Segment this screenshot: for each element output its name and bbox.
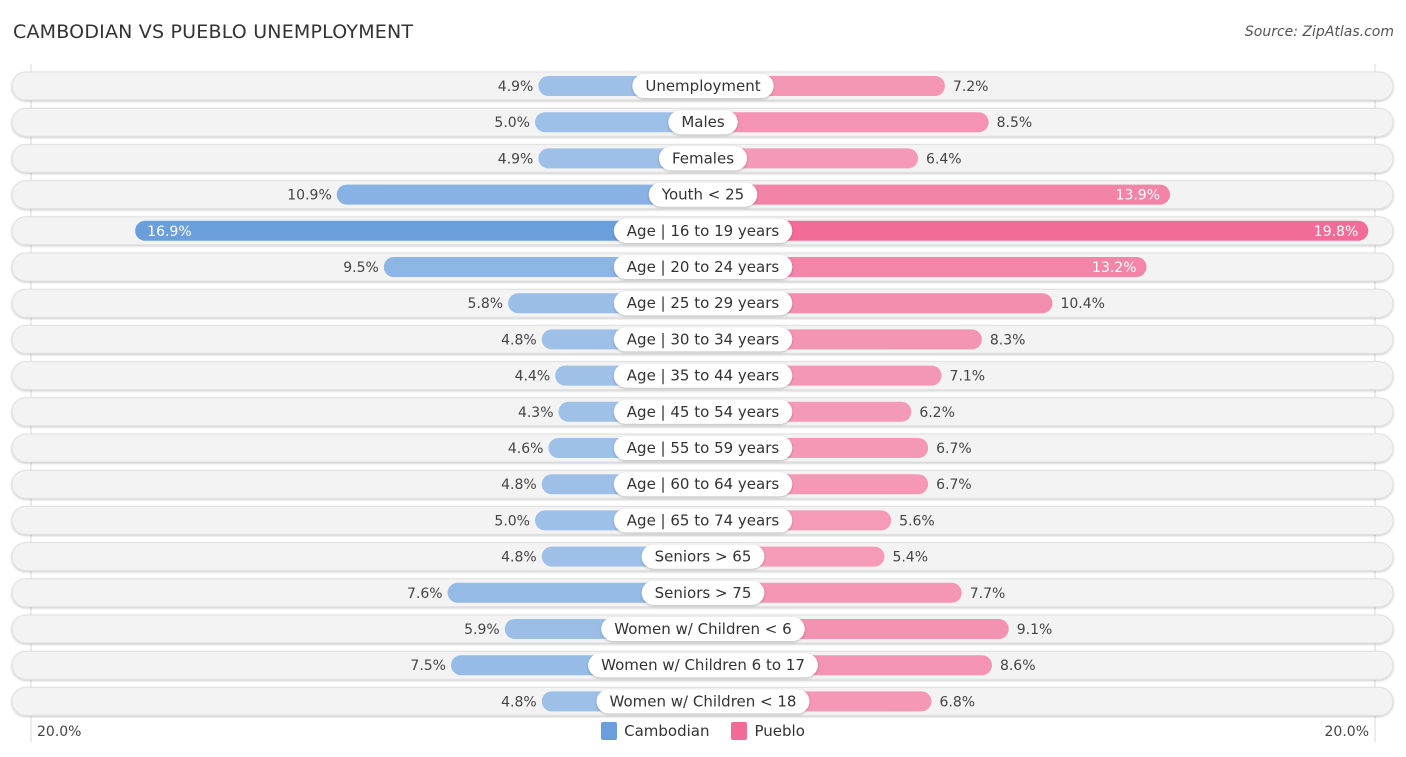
value-label-pueblo: 8.6% xyxy=(1000,658,1036,674)
value-label-pueblo: 8.3% xyxy=(990,332,1026,348)
chart-row: Males 5.0% 8.5% xyxy=(11,107,1394,137)
legend-label-cambodian: Cambodian xyxy=(624,722,710,740)
value-label-pueblo: 5.6% xyxy=(899,513,935,529)
value-label-pueblo: 6.4% xyxy=(926,151,962,167)
category-label: Age | 45 to 54 years xyxy=(627,403,780,421)
category-label: Unemployment xyxy=(645,77,760,95)
chart-row: Youth < 25 10.9% 13.9% xyxy=(11,180,1394,210)
chart-row: Age | 25 to 29 years 5.8% 10.4% xyxy=(11,288,1394,318)
category-label: Males xyxy=(681,113,725,131)
bar-pueblo[interactable] xyxy=(703,220,1369,241)
value-label-cambodian: 7.6% xyxy=(407,586,443,602)
value-label-cambodian: 5.8% xyxy=(468,296,504,312)
category-label: Seniors > 75 xyxy=(655,584,752,602)
chart-row: Women w/ Children < 18 4.8% 6.8% xyxy=(11,686,1394,716)
legend-label-pueblo: Pueblo xyxy=(754,722,805,740)
value-label-pueblo: 6.2% xyxy=(919,405,955,421)
chart-row: Age | 30 to 34 years 4.8% 8.3% xyxy=(11,324,1394,354)
value-label-cambodian: 4.8% xyxy=(501,694,537,710)
rows-layer: Unemployment 4.9% 7.2% Males 5.0% 8.5% Females… xyxy=(11,71,1394,716)
value-label-cambodian: 10.9% xyxy=(287,188,331,204)
legend: Cambodian Pueblo xyxy=(0,722,1406,740)
value-label-pueblo: 8.5% xyxy=(997,115,1033,131)
value-label-cambodian: 4.6% xyxy=(508,441,544,457)
value-label-pueblo: 10.4% xyxy=(1060,296,1104,312)
category-label: Age | 16 to 19 years xyxy=(627,222,780,240)
value-label-cambodian: 4.8% xyxy=(501,550,537,566)
chart-row: Age | 60 to 64 years 4.8% 6.7% xyxy=(11,469,1394,499)
value-label-pueblo: 19.8% xyxy=(1314,224,1358,240)
chart-row: Seniors > 75 7.6% 7.7% xyxy=(11,578,1394,608)
category-label: Age | 55 to 59 years xyxy=(627,439,780,457)
value-label-pueblo: 6.7% xyxy=(936,441,972,457)
category-label: Age | 60 to 64 years xyxy=(627,475,780,493)
value-label-pueblo: 13.2% xyxy=(1092,260,1136,276)
value-label-pueblo: 7.2% xyxy=(953,79,989,95)
chart-row: Women w/ Children 6 to 17 7.5% 8.6% xyxy=(11,650,1394,680)
bar-cambodian[interactable] xyxy=(336,184,703,205)
value-label-cambodian: 5.9% xyxy=(464,622,500,638)
legend-swatch-pueblo xyxy=(731,722,748,740)
chart-row: Age | 20 to 24 years 9.5% 13.2% xyxy=(11,252,1394,282)
category-label: Seniors > 65 xyxy=(655,548,752,566)
category-label: Age | 20 to 24 years xyxy=(627,258,780,276)
value-label-pueblo: 13.9% xyxy=(1116,188,1160,204)
value-label-cambodian: 4.9% xyxy=(498,79,534,95)
value-label-cambodian: 5.0% xyxy=(494,513,530,529)
bar-pueblo[interactable] xyxy=(703,184,1171,205)
value-label-cambodian: 4.9% xyxy=(498,151,534,167)
value-label-cambodian: 5.0% xyxy=(494,115,530,131)
value-label-pueblo: 9.1% xyxy=(1017,622,1053,638)
chart-row: Women w/ Children < 6 5.9% 9.1% xyxy=(11,614,1394,644)
chart-row: Age | 55 to 59 years 4.6% 6.7% xyxy=(11,433,1394,463)
value-label-cambodian: 16.9% xyxy=(147,224,191,240)
value-label-cambodian: 4.8% xyxy=(501,477,537,493)
chart-row: Age | 35 to 44 years 4.4% 7.1% xyxy=(11,361,1394,391)
value-label-cambodian: 4.8% xyxy=(501,332,537,348)
value-label-pueblo: 7.7% xyxy=(970,586,1006,602)
value-label-pueblo: 6.8% xyxy=(939,694,975,710)
category-label: Women w/ Children < 6 xyxy=(614,620,791,638)
chart-row: Females 4.9% 6.4% xyxy=(11,143,1394,173)
chart-row: Age | 65 to 74 years 5.0% 5.6% xyxy=(11,505,1394,535)
chart-row: Seniors > 65 4.8% 5.4% xyxy=(11,542,1394,572)
legend-item-pueblo[interactable]: Pueblo xyxy=(731,722,805,740)
bar-pueblo[interactable] xyxy=(703,112,989,133)
chart-row: Unemployment 4.9% 7.2% xyxy=(11,71,1394,101)
diverging-bar-chart: Unemployment 4.9% 7.2% Males 5.0% 8.5% Females… xyxy=(11,64,1394,742)
category-label: Females xyxy=(672,149,734,167)
value-label-cambodian: 7.5% xyxy=(410,658,446,674)
value-label-pueblo: 5.4% xyxy=(892,550,928,566)
category-label: Age | 30 to 34 years xyxy=(627,330,780,348)
value-label-pueblo: 6.7% xyxy=(936,477,972,493)
category-label: Age | 25 to 29 years xyxy=(627,294,780,312)
value-label-cambodian: 4.3% xyxy=(518,405,554,421)
category-label: Age | 35 to 44 years xyxy=(627,367,780,385)
value-label-cambodian: 4.4% xyxy=(515,369,551,385)
category-label: Age | 65 to 74 years xyxy=(627,511,780,529)
legend-item-cambodian[interactable]: Cambodian xyxy=(601,722,709,740)
chart-row: Age | 45 to 54 years 4.3% 6.2% xyxy=(11,397,1394,427)
category-label: Women w/ Children 6 to 17 xyxy=(601,656,805,674)
chart-row: Age | 16 to 19 years 16.9% 19.8% xyxy=(11,216,1394,246)
category-label: Youth < 25 xyxy=(661,186,744,204)
category-label: Women w/ Children < 18 xyxy=(610,692,797,710)
legend-swatch-cambodian xyxy=(601,722,618,740)
value-label-pueblo: 7.1% xyxy=(950,369,986,385)
value-label-cambodian: 9.5% xyxy=(343,260,379,276)
